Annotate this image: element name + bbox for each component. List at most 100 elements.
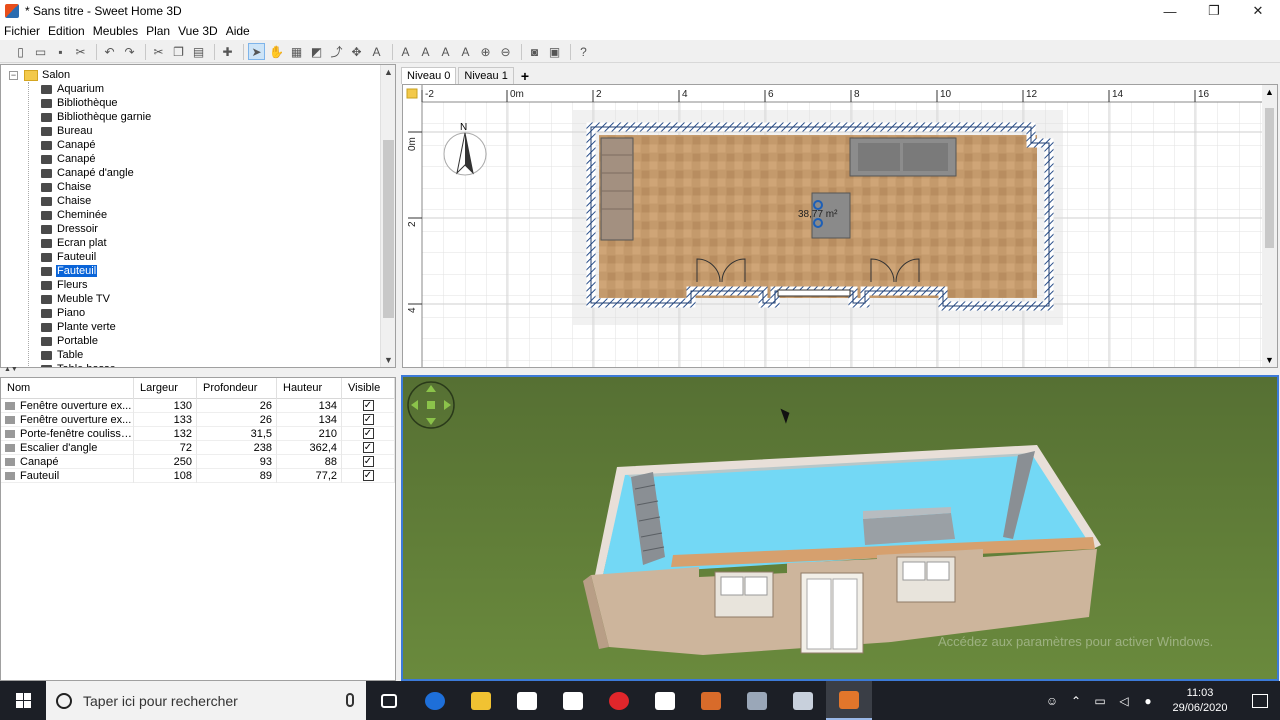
taskbar-search[interactable]: Taper ici pour rechercher xyxy=(46,681,366,720)
catalog-item[interactable]: Chaise xyxy=(1,194,152,208)
catalog-scrollbar[interactable]: ▲ ▼ xyxy=(380,65,395,367)
tab-niveau-1[interactable]: Niveau 1 xyxy=(458,67,514,84)
create-rooms-icon[interactable]: ◩ xyxy=(308,43,325,60)
catalog-item[interactable]: Bibliothèque xyxy=(1,96,152,110)
mail-icon[interactable] xyxy=(642,681,688,720)
create-walls-icon[interactable]: ▦ xyxy=(288,43,305,60)
add-level-button[interactable]: + xyxy=(516,67,534,84)
edge-icon[interactable] xyxy=(412,681,458,720)
sweethome3d-icon[interactable] xyxy=(826,681,872,720)
add-text-icon[interactable]: A xyxy=(368,43,385,60)
catalog-item[interactable]: Ecran plat xyxy=(1,236,152,250)
maximize-button[interactable]: ❐ xyxy=(1192,0,1236,22)
catalog-item[interactable]: Canapé xyxy=(1,138,152,152)
visible-checkbox[interactable]: ✓ xyxy=(362,442,374,453)
create-polylines-icon[interactable]: ⤴ xyxy=(328,43,345,60)
collapse-icon[interactable]: − xyxy=(9,70,18,80)
stairs[interactable] xyxy=(600,137,634,241)
menu-aide[interactable]: Aide xyxy=(226,24,250,38)
column-hauteur[interactable]: Hauteur xyxy=(277,377,342,399)
table-row[interactable]: Porte-fenêtre coulissa... 132 31,5 210 ✓ xyxy=(1,426,395,441)
column-largeur[interactable]: Largeur xyxy=(134,377,197,399)
store-icon[interactable] xyxy=(504,681,550,720)
new-icon[interactable]: ▯ xyxy=(12,43,29,60)
scissors-icon[interactable]: ✂ xyxy=(150,43,167,60)
pan-icon[interactable]: ✋ xyxy=(268,43,285,60)
volume-icon[interactable]: ◁ xyxy=(1112,694,1136,708)
open-icon[interactable]: ▭ xyxy=(32,43,49,60)
redo-icon[interactable]: ↷ xyxy=(121,43,138,60)
catalog-item[interactable]: Aquarium xyxy=(1,82,152,96)
table-row[interactable]: Fenêtre ouverture ex... 133 26 134 ✓ xyxy=(1,412,395,427)
add-furniture-icon[interactable]: ✚ xyxy=(219,43,236,60)
scroll-down-icon[interactable]: ▼ xyxy=(384,355,393,365)
column-profondeur[interactable]: Profondeur xyxy=(197,377,277,399)
plan-canvas[interactable]: -2 0m 2 4 6 8 10 12 14 16 0m 2 4 N 38,77… xyxy=(403,85,1263,367)
start-button[interactable] xyxy=(0,681,46,720)
visible-checkbox[interactable]: ✓ xyxy=(362,456,374,467)
visible-checkbox[interactable]: ✓ xyxy=(362,414,374,425)
menu-plan[interactable]: Plan xyxy=(146,24,170,38)
scroll-thumb[interactable] xyxy=(1265,108,1274,248)
catalog-item[interactable]: Chaise xyxy=(1,180,152,194)
menu-meubles[interactable]: Meubles xyxy=(93,24,138,38)
help-icon[interactable]: ? xyxy=(575,43,592,60)
view-3d[interactable]: Accédez aux paramètres pour activer Wind… xyxy=(401,375,1279,681)
cut-icon[interactable]: ✂ xyxy=(72,43,89,60)
save-icon[interactable]: ▪ xyxy=(52,43,69,60)
catalog-item[interactable]: Bibliothèque garnie xyxy=(1,110,152,124)
plan-scrollbar[interactable]: ▲ ▼ xyxy=(1262,85,1277,367)
catalog-item[interactable]: Fauteuil xyxy=(1,264,152,278)
catalog-item[interactable]: Table xyxy=(1,348,152,362)
catalog-item[interactable]: Plante verte xyxy=(1,320,152,334)
explorer-icon[interactable] xyxy=(458,681,504,720)
catalog-item[interactable]: Canapé xyxy=(1,152,152,166)
catalog-item[interactable]: Canapé d'angle xyxy=(1,166,152,180)
opera-icon[interactable] xyxy=(596,681,642,720)
video-icon[interactable]: ▣ xyxy=(546,43,563,60)
table-row[interactable]: Escalier d'angle 72 238 362,4 ✓ xyxy=(1,440,395,455)
plan-view[interactable]: -2 0m 2 4 6 8 10 12 14 16 0m 2 4 N 38,77… xyxy=(402,84,1278,368)
menu-edition[interactable]: Edition xyxy=(48,24,85,38)
zoom-out-icon[interactable]: ⊖ xyxy=(497,43,514,60)
app-icon[interactable] xyxy=(734,681,780,720)
table-row[interactable]: Fenêtre ouverture ex... 130 26 134 ✓ xyxy=(1,398,395,413)
sliding-door[interactable] xyxy=(777,289,851,297)
notifications-icon[interactable] xyxy=(1240,693,1280,708)
microphone-icon[interactable] xyxy=(346,693,354,707)
catalog-item[interactable]: Piano xyxy=(1,306,152,320)
text-style-icon[interactable]: A xyxy=(397,43,414,60)
visible-checkbox[interactable]: ✓ xyxy=(362,428,374,439)
create-dimensions-icon[interactable]: ✥ xyxy=(348,43,365,60)
catalog-item[interactable]: Portable xyxy=(1,334,152,348)
catalog-item[interactable]: Fleurs xyxy=(1,278,152,292)
app-tray-icon[interactable]: ● xyxy=(1136,694,1160,708)
paste-icon[interactable]: ▤ xyxy=(190,43,207,60)
select-icon[interactable]: ➤ xyxy=(248,43,265,60)
text-style-icon[interactable]: A xyxy=(417,43,434,60)
clock[interactable]: 11:03 29/06/2020 xyxy=(1160,686,1240,716)
catalog-item[interactable]: Dressoir xyxy=(1,222,152,236)
undo-icon[interactable]: ↶ xyxy=(101,43,118,60)
camera-icon[interactable] xyxy=(550,681,596,720)
zoom-in-icon[interactable]: ⊕ xyxy=(477,43,494,60)
chevron-up-icon[interactable]: ⌃ xyxy=(1064,694,1088,708)
scroll-up-icon[interactable]: ▲ xyxy=(384,67,393,77)
column-visible[interactable]: Visible xyxy=(342,377,395,399)
catalog-item[interactable]: Bureau xyxy=(1,124,152,138)
menu-fichier[interactable]: Fichier xyxy=(4,24,40,38)
text-style-icon[interactable]: A xyxy=(457,43,474,60)
copy-icon[interactable]: ❐ xyxy=(170,43,187,60)
scroll-thumb[interactable] xyxy=(383,140,394,318)
close-button[interactable]: ✕ xyxy=(1236,0,1280,22)
catalog-item[interactable]: Meuble TV xyxy=(1,292,152,306)
menu-vue3d[interactable]: Vue 3D xyxy=(178,24,218,38)
app-icon[interactable] xyxy=(688,681,734,720)
navigation-arrows-icon[interactable] xyxy=(407,381,455,429)
task-view-icon[interactable] xyxy=(366,681,412,720)
minimize-button[interactable]: — xyxy=(1148,0,1192,22)
tab-niveau-0[interactable]: Niveau 0 xyxy=(401,67,457,84)
text-style-icon[interactable]: A xyxy=(437,43,454,60)
photo-icon[interactable]: ◙ xyxy=(526,43,543,60)
catalog-item[interactable]: Fauteuil xyxy=(1,250,152,264)
